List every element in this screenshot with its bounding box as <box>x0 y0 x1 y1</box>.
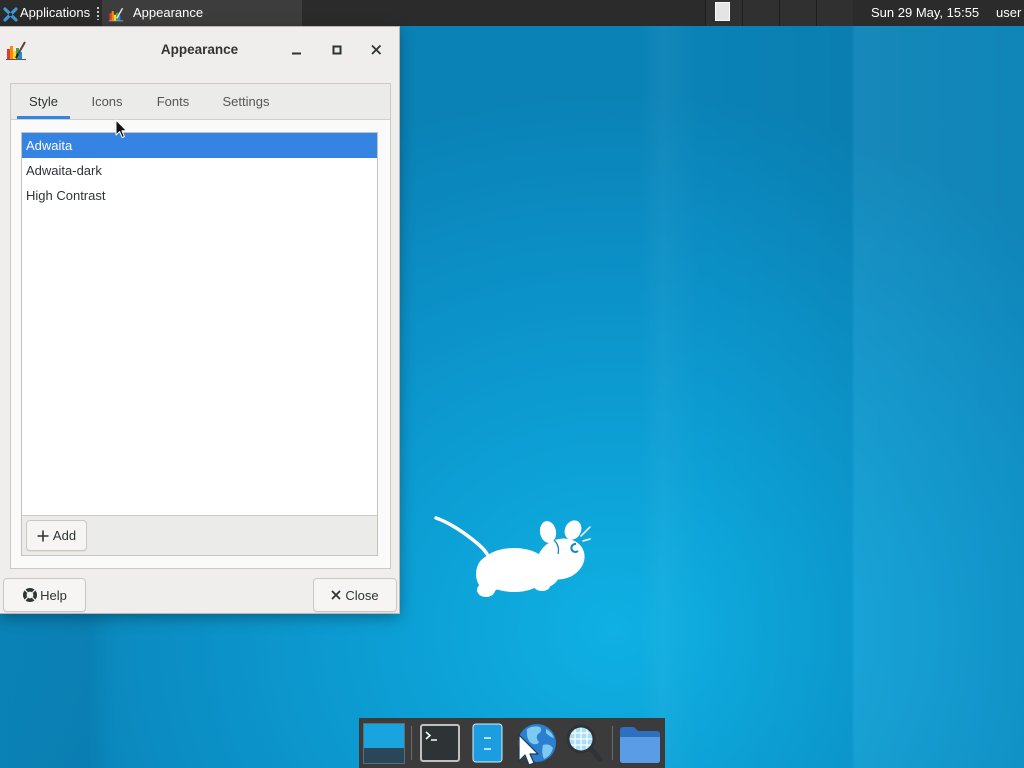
theme-row-label: Adwaita <box>26 138 73 153</box>
help-icon <box>22 587 38 603</box>
text-editor-icon[interactable] <box>472 723 503 763</box>
help-button[interactable]: Help <box>3 578 86 612</box>
theme-row-label: Adwaita-dark <box>26 163 102 178</box>
dock-separator <box>612 726 613 760</box>
tab-label: Style <box>29 94 58 109</box>
window-title: Appearance <box>160 42 239 57</box>
minimize-button[interactable] <box>285 38 309 62</box>
help-button-label: Help <box>40 587 67 603</box>
theme-list-frame: Adwaita Adwaita-dark High Contrast Add <box>21 132 378 556</box>
close-icon <box>371 44 382 55</box>
folder-icon[interactable] <box>619 724 661 764</box>
workspace-3[interactable] <box>779 0 816 26</box>
user-menu[interactable]: user <box>996 0 1021 26</box>
maximize-icon <box>332 45 342 55</box>
maximize-button[interactable] <box>325 38 349 62</box>
tab-bar: Style Icons Fonts Settings <box>11 84 390 120</box>
tab-page-style: Adwaita Adwaita-dark High Contrast Add <box>11 120 390 568</box>
applications-menu[interactable]: Applications <box>0 0 96 26</box>
tab-style[interactable]: Style <box>17 84 70 119</box>
window-titlebar[interactable]: Appearance <box>0 27 399 72</box>
theme-row-label: High Contrast <box>26 188 106 203</box>
add-theme-button[interactable]: Add <box>26 520 87 551</box>
dock <box>359 718 665 768</box>
theme-row-adwaita[interactable]: Adwaita <box>22 133 377 158</box>
theme-list[interactable]: Adwaita Adwaita-dark High Contrast <box>22 133 377 515</box>
workspace-2[interactable] <box>742 0 779 26</box>
mouse-pointer-icon <box>115 119 128 138</box>
show-desktop-icon[interactable] <box>363 723 405 764</box>
close-icon <box>331 590 342 600</box>
workspace-1[interactable] <box>705 0 742 26</box>
panel-separator-handle[interactable] <box>97 7 99 20</box>
workspace-window-thumbnail <box>715 2 730 21</box>
close-window-button[interactable] <box>364 38 388 62</box>
workspace-4[interactable] <box>816 0 853 26</box>
tab-label: Icons <box>91 94 123 109</box>
taskbar-button-appearance[interactable]: Appearance <box>102 0 302 26</box>
applications-label: Applications <box>20 5 91 20</box>
tab-icons[interactable]: Icons <box>80 84 134 119</box>
tab-settings[interactable]: Settings <box>210 84 282 119</box>
add-button-label: Add <box>52 528 77 543</box>
dock-separator <box>411 726 412 760</box>
close-button[interactable]: Close <box>313 578 397 612</box>
minimize-icon <box>292 52 301 55</box>
terminal-icon[interactable] <box>420 724 460 762</box>
settings-notebook: Style Icons Fonts Settings Adwaita Adwai… <box>10 83 391 569</box>
search-icon[interactable] <box>565 723 603 763</box>
appearance-window: Appearance Style Icons Fonts Settings Ad… <box>0 27 399 613</box>
theme-row-high-contrast[interactable]: High Contrast <box>22 183 377 208</box>
theme-row-adwaita-dark[interactable]: Adwaita-dark <box>22 158 377 183</box>
appearance-icon <box>5 39 27 61</box>
appearance-icon <box>108 5 124 22</box>
theme-list-toolbar: Add <box>22 515 377 555</box>
close-button-label: Close <box>345 587 379 603</box>
web-browser-icon[interactable] <box>513 721 558 766</box>
top-panel: Applications Appearance Sun 29 May, 15:5… <box>0 0 1024 26</box>
tab-fonts[interactable]: Fonts <box>145 84 201 119</box>
workspace-pager <box>705 0 853 26</box>
plus-icon <box>37 530 49 542</box>
taskbar-button-label: Appearance <box>133 5 204 20</box>
clock[interactable]: Sun 29 May, 15:55 <box>871 0 979 26</box>
xfce-logo-icon <box>3 5 18 22</box>
xfce-mouse-logo <box>434 516 591 597</box>
tab-label: Fonts <box>156 94 190 109</box>
tab-label: Settings <box>222 94 270 109</box>
